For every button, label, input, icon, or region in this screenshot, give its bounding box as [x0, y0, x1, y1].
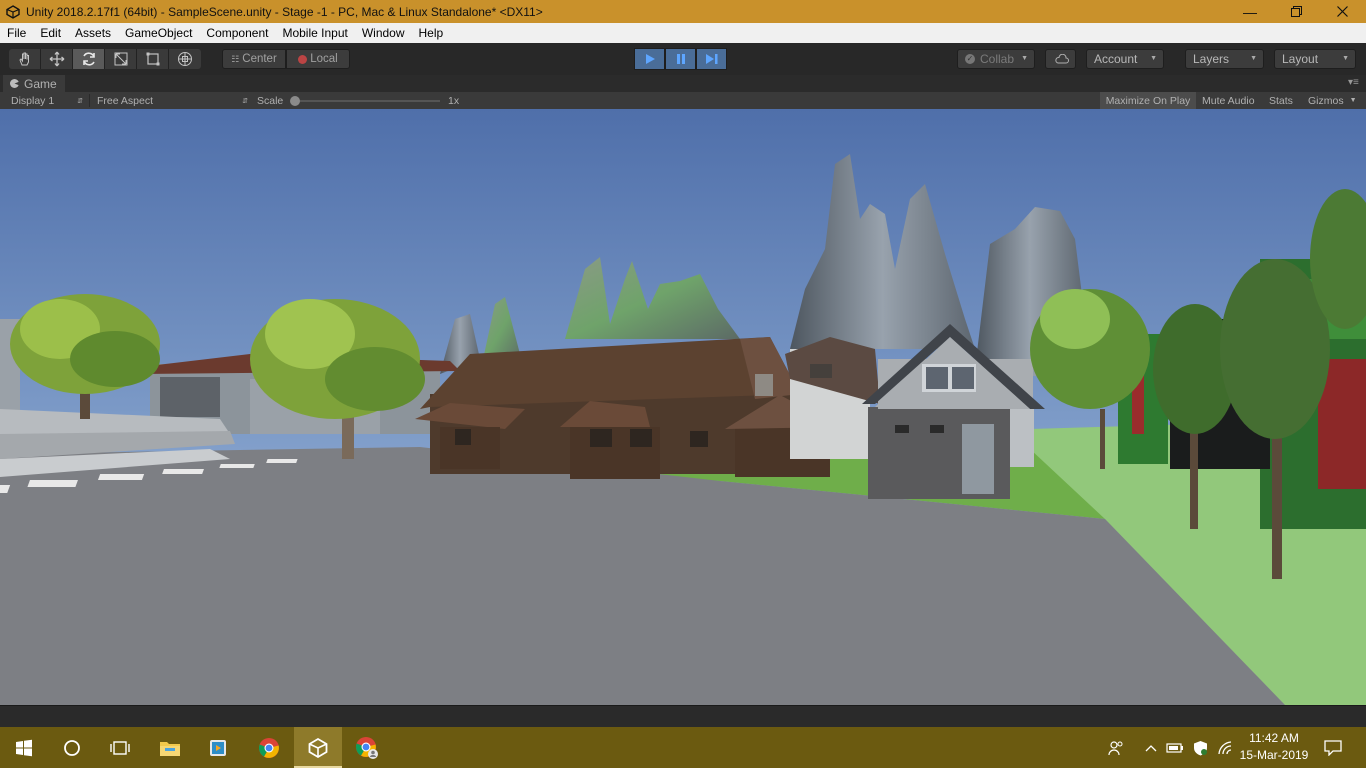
chevron-up-icon[interactable] [1142, 727, 1160, 768]
wooden-house [415, 337, 840, 479]
cortana-button[interactable] [48, 727, 96, 768]
move-tool-button[interactable] [41, 49, 73, 69]
menu-mobile-input[interactable]: Mobile Input [275, 26, 354, 40]
play-button[interactable] [634, 48, 665, 70]
scale-slider-thumb[interactable] [290, 96, 300, 106]
rect-tool-button[interactable] [137, 49, 169, 69]
hand-tool-button[interactable] [9, 49, 41, 69]
pivot-local-button[interactable]: Local [286, 49, 350, 69]
game-scene [0, 109, 1366, 705]
menu-help[interactable]: Help [412, 26, 451, 40]
status-bar [0, 705, 1366, 727]
game-tab-strip: Game ▾≡ [0, 75, 1366, 92]
unity-icon [308, 737, 328, 758]
start-button[interactable] [0, 727, 48, 768]
file-explorer-icon [160, 741, 180, 756]
step-button[interactable] [696, 48, 727, 70]
menu-gameobject[interactable]: GameObject [118, 26, 199, 40]
rect-icon [146, 52, 159, 66]
task-view-icon [110, 740, 130, 755]
task-view-button[interactable] [96, 727, 144, 768]
local-icon [298, 54, 308, 64]
rotate-icon [82, 52, 95, 66]
menu-file[interactable]: File [0, 26, 33, 40]
layers-dropdown[interactable]: Layers ▼ [1185, 49, 1264, 69]
window-title: Unity 2018.2.17f1 (64bit) - SampleScene.… [26, 4, 543, 19]
step-icon [705, 54, 717, 64]
scale-label: Scale [257, 94, 284, 107]
wifi-icon[interactable] [1214, 727, 1236, 768]
scale-value: 1x [448, 94, 460, 107]
media-player-icon [210, 739, 226, 756]
file-explorer-button[interactable] [146, 727, 194, 768]
white-house [785, 337, 880, 459]
collab-dropdown[interactable]: ✓ Collab ▼ [957, 49, 1035, 69]
pivot-center-button[interactable]: ☷ Center [222, 49, 286, 69]
chrome-icon [258, 737, 279, 758]
chrome-profile-button[interactable] [343, 727, 391, 768]
unity-taskbar-button[interactable] [294, 727, 342, 768]
chrome-profile-icon [355, 736, 378, 759]
transform-icon [178, 52, 192, 66]
menu-assets[interactable]: Assets [68, 26, 118, 40]
people-icon[interactable] [1104, 727, 1128, 768]
transform-tool-button[interactable] [169, 49, 201, 69]
security-shield-icon[interactable] [1189, 727, 1211, 768]
windows-start-icon [16, 739, 32, 756]
menu-window[interactable]: Window [355, 26, 412, 40]
game-view-toolbar: Display 1 ⇵ Free Aspect ⇵ Scale 1x Maximiz… [0, 92, 1366, 109]
display-dropdown[interactable]: Display 1 ⇵ [11, 92, 85, 109]
scale-icon [114, 52, 127, 66]
unity-logo-icon [6, 4, 20, 19]
system-clock[interactable]: 11:42 AM 15-Mar-2019 [1238, 730, 1310, 766]
pause-button[interactable] [665, 48, 696, 70]
stats-toggle[interactable]: Stats [1269, 92, 1293, 109]
title-bar: Unity 2018.2.17f1 (64bit) - SampleScene.… [0, 0, 1366, 23]
scale-tool-button[interactable] [105, 49, 137, 69]
play-icon [645, 54, 655, 64]
game-viewport[interactable] [0, 109, 1366, 705]
menu-bar: File Edit Assets GameObject Component Mo… [0, 23, 1366, 43]
windows-taskbar: 11:42 AM 15-Mar-2019 [0, 727, 1366, 768]
menu-component[interactable]: Component [199, 26, 275, 40]
chrome-button[interactable] [245, 727, 293, 768]
game-pacman-icon [10, 79, 19, 88]
clock-date: 15-Mar-2019 [1239, 748, 1309, 762]
toolbar: ☷ Center Local ✓ Collab ▼ Account ▼ Layers ▼… [0, 43, 1366, 75]
check-icon: ✓ [965, 54, 975, 64]
close-icon[interactable] [1319, 0, 1365, 23]
restore-icon[interactable] [1273, 0, 1319, 23]
cloud-button[interactable] [1045, 49, 1076, 69]
cloud-icon [1055, 54, 1069, 64]
account-dropdown[interactable]: Account ▼ [1086, 49, 1164, 69]
panel-menu-icon[interactable]: ▾≡ [1348, 77, 1359, 88]
battery-icon[interactable] [1164, 727, 1186, 768]
clock-time: 11:42 AM [1249, 731, 1299, 745]
hand-icon [18, 52, 29, 66]
rotate-tool-button[interactable] [73, 49, 105, 69]
gizmos-dropdown[interactable]: Gizmos ▼ [1308, 92, 1357, 109]
pause-icon [676, 54, 685, 64]
notification-icon[interactable] [1320, 727, 1346, 768]
move-icon [49, 51, 64, 67]
tab-game[interactable]: Game [3, 75, 65, 92]
aspect-dropdown[interactable]: Free Aspect ⇵ [97, 92, 250, 109]
layout-dropdown[interactable]: Layout ▼ [1274, 49, 1356, 69]
maximize-on-play-toggle[interactable]: Maximize On Play [1100, 92, 1196, 109]
cortana-icon [64, 739, 80, 756]
mute-audio-toggle[interactable]: Mute Audio [1202, 92, 1255, 109]
media-player-button[interactable] [194, 727, 242, 768]
scale-slider-track[interactable] [292, 100, 440, 102]
menu-edit[interactable]: Edit [33, 26, 68, 40]
minimize-icon[interactable]: — [1227, 0, 1273, 23]
